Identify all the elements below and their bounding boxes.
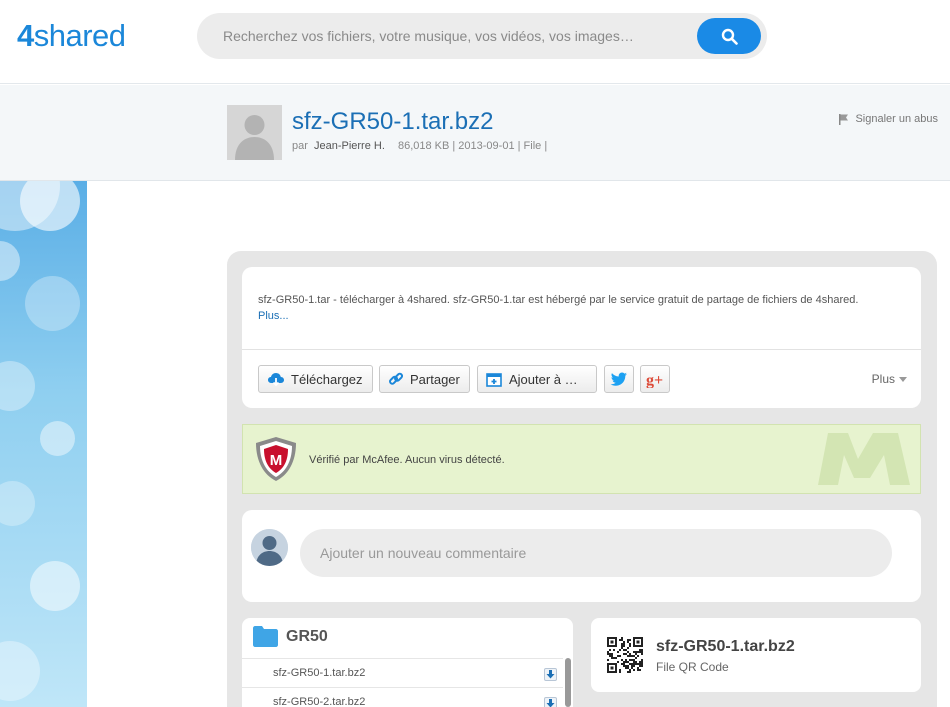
share-button[interactable]: Partager	[379, 365, 470, 393]
comment-card	[242, 510, 921, 602]
download-arrow-icon	[546, 670, 555, 679]
folder-icon	[253, 626, 278, 647]
add-to-button[interactable]: Ajouter à …	[477, 365, 597, 393]
default-avatar-icon	[227, 105, 282, 160]
logo-number: 4	[17, 18, 34, 53]
download-arrow-icon	[546, 699, 555, 707]
search-input[interactable]	[223, 13, 703, 59]
search-button[interactable]	[697, 18, 761, 54]
qr-code-icon[interactable]	[607, 637, 643, 673]
virus-check-banner: M Vérifié par McAfee. Aucun virus détect…	[242, 424, 921, 494]
svg-text:M: M	[270, 452, 283, 469]
owner-link[interactable]: Jean-Pierre H.	[314, 140, 385, 152]
caret-down-icon	[899, 376, 907, 382]
divider	[242, 349, 921, 350]
report-abuse-link[interactable]: Signaler un abus	[838, 113, 938, 125]
calendar-add-icon	[486, 373, 502, 387]
folder-name: GR50	[286, 627, 328, 645]
file-details: 86,018 KB | 2013-09-01 | File |	[397, 140, 548, 152]
folder-file-row[interactable]: sfz-GR50-2.tar.bz2	[242, 687, 563, 707]
search-bar	[197, 13, 767, 59]
add-to-label: Ajouter à …	[509, 371, 578, 387]
mcafee-shield-icon: M	[256, 437, 296, 481]
folder-scrollbar[interactable]	[565, 658, 571, 707]
file-meta: par Jean-Pierre H. 86,018 KB | 2013-09-0…	[292, 140, 547, 152]
folder-file-name: sfz-GR50-2.tar.bz2	[273, 696, 366, 707]
mcafee-watermark-icon	[818, 433, 910, 485]
by-label: par	[292, 140, 308, 152]
folder-card: GR50 sfz-GR50-1.tar.bz2 sfz-GR50-2.tar.b…	[242, 618, 573, 707]
folder-file-name: sfz-GR50-1.tar.bz2	[273, 667, 366, 679]
search-icon	[721, 28, 738, 45]
qr-file-title: sfz-GR50-1.tar.bz2	[656, 638, 795, 655]
download-button[interactable]: Téléchargez	[258, 365, 373, 393]
description-more-link[interactable]: Plus...	[258, 310, 289, 322]
file-header: sfz-GR50-1.tar.bz2 par Jean-Pierre H. 86…	[0, 85, 950, 181]
file-download-button[interactable]	[544, 697, 557, 707]
comment-input[interactable]	[300, 529, 892, 577]
cloud-download-icon	[268, 373, 284, 387]
folder-header[interactable]: GR50	[253, 626, 328, 647]
share-label: Partager	[410, 371, 460, 387]
top-header: 4shared	[0, 0, 950, 84]
qr-card: sfz-GR50-1.tar.bz2 File QR Code	[591, 618, 921, 692]
site-logo[interactable]: 4shared	[17, 18, 126, 54]
virus-status-text: Vérifié par McAfee. Aucun virus détecté.	[309, 454, 505, 466]
download-label: Téléchargez	[291, 371, 363, 387]
user-silhouette-icon	[251, 529, 288, 566]
more-actions-label: Plus	[871, 372, 895, 386]
flag-icon	[839, 114, 849, 125]
twitter-icon	[610, 372, 627, 386]
qr-subtitle: File QR Code	[656, 660, 729, 674]
folder-file-row[interactable]: sfz-GR50-1.tar.bz2	[242, 658, 563, 687]
description-card: sfz-GR50-1.tar - télécharger à 4shared. …	[242, 267, 921, 408]
decorative-background	[0, 181, 87, 707]
more-actions-dropdown[interactable]: Plus	[872, 372, 907, 386]
link-icon	[389, 372, 404, 385]
owner-avatar[interactable]	[227, 105, 282, 160]
google-plus-icon: g+	[646, 372, 663, 388]
file-title: sfz-GR50-1.tar.bz2	[292, 108, 494, 135]
file-description: sfz-GR50-1.tar - télécharger à 4shared. …	[258, 294, 859, 306]
file-download-button[interactable]	[544, 668, 557, 681]
google-plus-share-button[interactable]: g+	[640, 365, 670, 393]
user-avatar	[251, 529, 288, 566]
svg-text:g+: g+	[646, 372, 663, 388]
logo-text: shared	[33, 18, 126, 53]
twitter-share-button[interactable]	[604, 365, 634, 393]
report-abuse-label: Signaler un abus	[855, 113, 938, 125]
